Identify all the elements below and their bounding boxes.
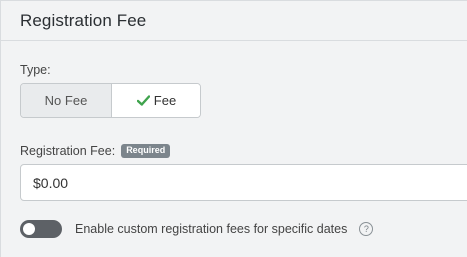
title-divider	[1, 40, 467, 41]
fee-type-segmented-control: No Fee Fee	[20, 83, 201, 118]
custom-fees-toggle[interactable]	[20, 220, 62, 238]
toggle-knob	[23, 223, 35, 235]
required-badge: Required	[121, 144, 171, 158]
registration-fee-input[interactable]	[20, 164, 467, 201]
custom-fees-row: Enable custom registration fees for spec…	[20, 220, 374, 238]
registration-fee-label-row: Registration Fee: Required	[20, 144, 171, 158]
fee-label: Fee	[153, 93, 177, 108]
check-icon	[136, 95, 150, 106]
help-circle-icon[interactable]: ?	[359, 222, 374, 236]
custom-fees-label: Enable custom registration fees for spec…	[75, 222, 348, 236]
no-fee-option[interactable]: No Fee	[21, 84, 112, 117]
fee-option[interactable]: Fee	[112, 84, 200, 117]
no-fee-label: No Fee	[44, 93, 88, 108]
registration-fee-label: Registration Fee:	[20, 144, 116, 158]
section-title: Registration Fee	[20, 11, 147, 30]
registration-fee-panel: Registration Fee Type: No Fee Fee Regist…	[0, 0, 467, 257]
type-label: Type:	[20, 63, 51, 77]
